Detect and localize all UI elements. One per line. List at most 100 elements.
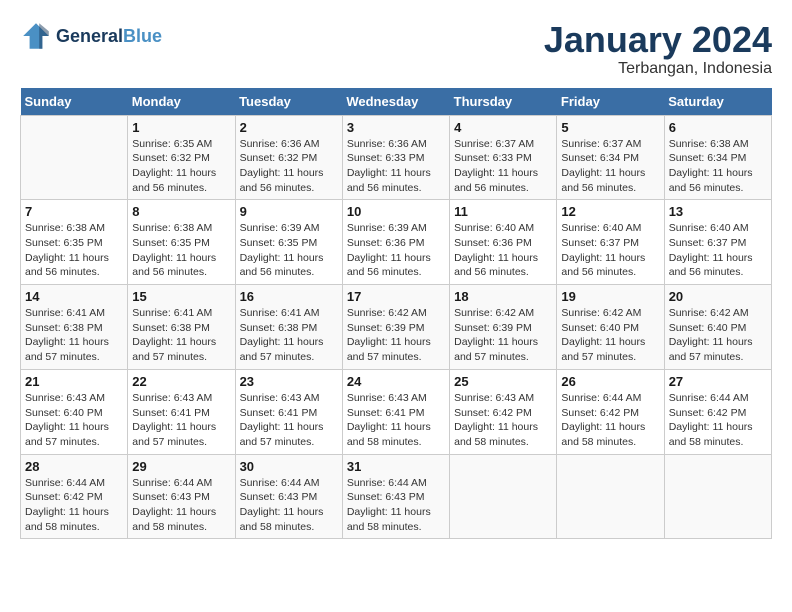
day-number: 4: [454, 120, 552, 135]
day-number: 31: [347, 459, 445, 474]
day-info: Sunrise: 6:42 AMSunset: 6:39 PMDaylight:…: [454, 306, 552, 365]
calendar-cell: 20 Sunrise: 6:42 AMSunset: 6:40 PMDaylig…: [664, 285, 771, 370]
logo: GeneralBlue: [20, 20, 162, 52]
calendar-cell: [21, 115, 128, 200]
day-number: 3: [347, 120, 445, 135]
day-number: 25: [454, 374, 552, 389]
day-number: 7: [25, 204, 123, 219]
calendar-cell: 31 Sunrise: 6:44 AMSunset: 6:43 PMDaylig…: [342, 454, 449, 539]
month-title: January 2024: [544, 20, 772, 60]
calendar-cell: 15 Sunrise: 6:41 AMSunset: 6:38 PMDaylig…: [128, 285, 235, 370]
logo-text: GeneralBlue: [56, 26, 162, 47]
day-number: 15: [132, 289, 230, 304]
day-number: 22: [132, 374, 230, 389]
calendar-week-3: 14 Sunrise: 6:41 AMSunset: 6:38 PMDaylig…: [21, 285, 772, 370]
day-number: 2: [240, 120, 338, 135]
day-number: 30: [240, 459, 338, 474]
day-number: 18: [454, 289, 552, 304]
day-info: Sunrise: 6:41 AMSunset: 6:38 PMDaylight:…: [240, 306, 338, 365]
calendar-cell: 8 Sunrise: 6:38 AMSunset: 6:35 PMDayligh…: [128, 200, 235, 285]
day-number: 27: [669, 374, 767, 389]
day-info: Sunrise: 6:43 AMSunset: 6:40 PMDaylight:…: [25, 391, 123, 450]
calendar-cell: [664, 454, 771, 539]
calendar-week-1: 1 Sunrise: 6:35 AMSunset: 6:32 PMDayligh…: [21, 115, 772, 200]
calendar-cell: 18 Sunrise: 6:42 AMSunset: 6:39 PMDaylig…: [450, 285, 557, 370]
day-info: Sunrise: 6:38 AMSunset: 6:35 PMDaylight:…: [25, 221, 123, 280]
day-number: 12: [561, 204, 659, 219]
calendar-cell: 24 Sunrise: 6:43 AMSunset: 6:41 PMDaylig…: [342, 369, 449, 454]
day-info: Sunrise: 6:40 AMSunset: 6:37 PMDaylight:…: [561, 221, 659, 280]
calendar-cell: 3 Sunrise: 6:36 AMSunset: 6:33 PMDayligh…: [342, 115, 449, 200]
calendar-header-row: SundayMondayTuesdayWednesdayThursdayFrid…: [21, 88, 772, 116]
calendar-table: SundayMondayTuesdayWednesdayThursdayFrid…: [20, 88, 772, 540]
day-number: 10: [347, 204, 445, 219]
header-day-saturday: Saturday: [664, 88, 771, 116]
day-number: 16: [240, 289, 338, 304]
day-info: Sunrise: 6:43 AMSunset: 6:41 PMDaylight:…: [240, 391, 338, 450]
calendar-cell: 21 Sunrise: 6:43 AMSunset: 6:40 PMDaylig…: [21, 369, 128, 454]
calendar-cell: 19 Sunrise: 6:42 AMSunset: 6:40 PMDaylig…: [557, 285, 664, 370]
calendar-cell: 2 Sunrise: 6:36 AMSunset: 6:32 PMDayligh…: [235, 115, 342, 200]
day-number: 11: [454, 204, 552, 219]
calendar-cell: [450, 454, 557, 539]
calendar-cell: 27 Sunrise: 6:44 AMSunset: 6:42 PMDaylig…: [664, 369, 771, 454]
calendar-cell: 13 Sunrise: 6:40 AMSunset: 6:37 PMDaylig…: [664, 200, 771, 285]
logo-icon: [20, 20, 52, 52]
day-info: Sunrise: 6:37 AMSunset: 6:34 PMDaylight:…: [561, 137, 659, 196]
calendar-cell: 10 Sunrise: 6:39 AMSunset: 6:36 PMDaylig…: [342, 200, 449, 285]
calendar-cell: 4 Sunrise: 6:37 AMSunset: 6:33 PMDayligh…: [450, 115, 557, 200]
title-area: January 2024 Terbangan, Indonesia: [544, 20, 772, 78]
day-number: 5: [561, 120, 659, 135]
day-number: 24: [347, 374, 445, 389]
day-info: Sunrise: 6:41 AMSunset: 6:38 PMDaylight:…: [132, 306, 230, 365]
day-number: 8: [132, 204, 230, 219]
day-info: Sunrise: 6:41 AMSunset: 6:38 PMDaylight:…: [25, 306, 123, 365]
day-info: Sunrise: 6:42 AMSunset: 6:40 PMDaylight:…: [561, 306, 659, 365]
calendar-cell: 11 Sunrise: 6:40 AMSunset: 6:36 PMDaylig…: [450, 200, 557, 285]
day-info: Sunrise: 6:37 AMSunset: 6:33 PMDaylight:…: [454, 137, 552, 196]
day-number: 17: [347, 289, 445, 304]
calendar-cell: 14 Sunrise: 6:41 AMSunset: 6:38 PMDaylig…: [21, 285, 128, 370]
calendar-week-4: 21 Sunrise: 6:43 AMSunset: 6:40 PMDaylig…: [21, 369, 772, 454]
day-info: Sunrise: 6:39 AMSunset: 6:36 PMDaylight:…: [347, 221, 445, 280]
day-info: Sunrise: 6:44 AMSunset: 6:43 PMDaylight:…: [240, 476, 338, 535]
day-number: 1: [132, 120, 230, 135]
day-info: Sunrise: 6:36 AMSunset: 6:33 PMDaylight:…: [347, 137, 445, 196]
calendar-cell: 5 Sunrise: 6:37 AMSunset: 6:34 PMDayligh…: [557, 115, 664, 200]
header-day-sunday: Sunday: [21, 88, 128, 116]
calendar-cell: 28 Sunrise: 6:44 AMSunset: 6:42 PMDaylig…: [21, 454, 128, 539]
day-info: Sunrise: 6:40 AMSunset: 6:36 PMDaylight:…: [454, 221, 552, 280]
calendar-cell: 29 Sunrise: 6:44 AMSunset: 6:43 PMDaylig…: [128, 454, 235, 539]
day-info: Sunrise: 6:42 AMSunset: 6:39 PMDaylight:…: [347, 306, 445, 365]
day-info: Sunrise: 6:35 AMSunset: 6:32 PMDaylight:…: [132, 137, 230, 196]
day-info: Sunrise: 6:44 AMSunset: 6:42 PMDaylight:…: [669, 391, 767, 450]
calendar-cell: [557, 454, 664, 539]
day-number: 6: [669, 120, 767, 135]
day-number: 13: [669, 204, 767, 219]
day-info: Sunrise: 6:44 AMSunset: 6:42 PMDaylight:…: [561, 391, 659, 450]
header-day-tuesday: Tuesday: [235, 88, 342, 116]
day-info: Sunrise: 6:44 AMSunset: 6:43 PMDaylight:…: [132, 476, 230, 535]
calendar-cell: 9 Sunrise: 6:39 AMSunset: 6:35 PMDayligh…: [235, 200, 342, 285]
calendar-cell: 7 Sunrise: 6:38 AMSunset: 6:35 PMDayligh…: [21, 200, 128, 285]
header-day-thursday: Thursday: [450, 88, 557, 116]
day-number: 28: [25, 459, 123, 474]
calendar-cell: 12 Sunrise: 6:40 AMSunset: 6:37 PMDaylig…: [557, 200, 664, 285]
day-info: Sunrise: 6:38 AMSunset: 6:35 PMDaylight:…: [132, 221, 230, 280]
calendar-cell: 16 Sunrise: 6:41 AMSunset: 6:38 PMDaylig…: [235, 285, 342, 370]
day-info: Sunrise: 6:42 AMSunset: 6:40 PMDaylight:…: [669, 306, 767, 365]
header-day-monday: Monday: [128, 88, 235, 116]
calendar-cell: 23 Sunrise: 6:43 AMSunset: 6:41 PMDaylig…: [235, 369, 342, 454]
day-info: Sunrise: 6:39 AMSunset: 6:35 PMDaylight:…: [240, 221, 338, 280]
calendar-cell: 6 Sunrise: 6:38 AMSunset: 6:34 PMDayligh…: [664, 115, 771, 200]
day-info: Sunrise: 6:44 AMSunset: 6:42 PMDaylight:…: [25, 476, 123, 535]
day-number: 21: [25, 374, 123, 389]
day-number: 29: [132, 459, 230, 474]
day-number: 20: [669, 289, 767, 304]
day-number: 9: [240, 204, 338, 219]
day-number: 14: [25, 289, 123, 304]
calendar-week-5: 28 Sunrise: 6:44 AMSunset: 6:42 PMDaylig…: [21, 454, 772, 539]
day-info: Sunrise: 6:43 AMSunset: 6:42 PMDaylight:…: [454, 391, 552, 450]
day-info: Sunrise: 6:40 AMSunset: 6:37 PMDaylight:…: [669, 221, 767, 280]
day-info: Sunrise: 6:43 AMSunset: 6:41 PMDaylight:…: [347, 391, 445, 450]
